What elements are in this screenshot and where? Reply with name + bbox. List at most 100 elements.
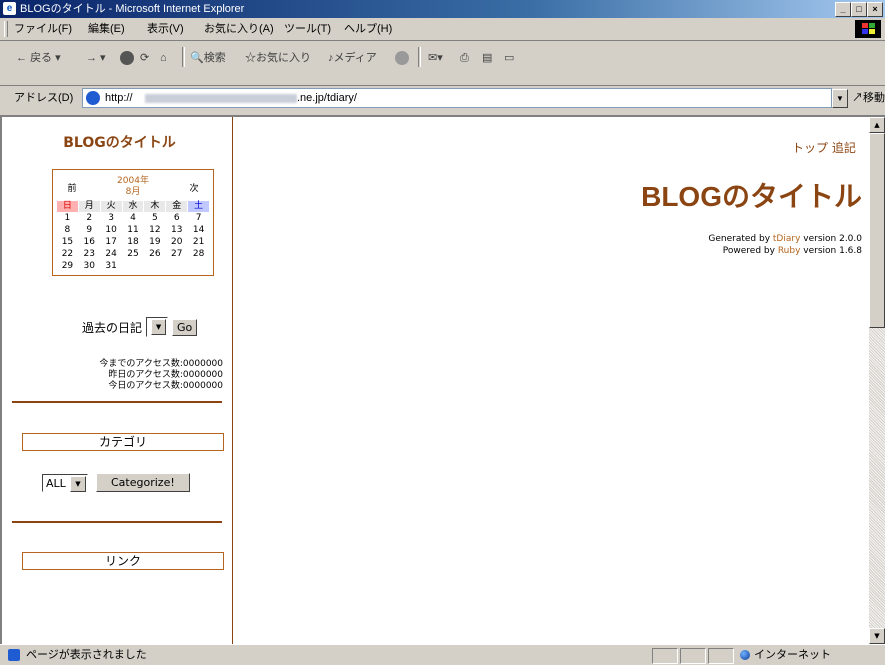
standard-toolbar: ← 戻る ▾ → ▾ ⟳ ⌂ 🔍検索 ☆お気に入り ♪メディア ✉▾ ⎙ ▤ ▭ [0,41,885,86]
calendar-day[interactable]: 3 [101,213,122,224]
back-label: 戻る [30,52,53,64]
calendar-year: 2004年 [117,176,149,186]
calendar-day[interactable]: 24 [101,249,122,260]
go-diary-button[interactable]: Go [172,318,198,336]
calendar-day[interactable]: 7 [188,213,209,224]
menu-tools[interactable]: ツール(T) [284,18,331,40]
edit-icon[interactable]: ▤ [482,49,492,67]
scroll-up-icon[interactable]: ▲ [869,117,885,133]
calendar-day[interactable]: 10 [101,225,122,236]
calendar-day[interactable]: 17 [101,237,122,248]
calendar-grid: 日月火水木金土 1 2 3 4 5 6 7 8 9 10 11 12 13 14 15 16 17 18 19 20 21… [57,201,209,272]
calendar: 前 2004年 8月 次 日月火水木金土 1 2 3 4 5 6 7 8 9 10 11 12 13 14 15… [52,169,214,276]
status-bar: ページが表示されました インターネット [0,644,885,665]
maximize-button[interactable]: □ [851,2,867,17]
page-status-icon [8,649,20,661]
calendar-next-link[interactable]: 次 [179,181,209,194]
divider [12,401,222,403]
calendar-day[interactable]: 29 [57,261,78,272]
search-button[interactable]: 🔍検索 [190,49,226,67]
status-pane [680,648,706,664]
calendar-day[interactable]: 18 [123,237,144,248]
calendar-day[interactable]: 19 [144,237,165,248]
menu-file[interactable]: ファイル(F) [14,18,72,40]
menu-edit[interactable]: 編集(E) [88,18,125,40]
page-icon [86,91,100,105]
links-heading: リンク [22,552,224,570]
address-input[interactable]: http:// .ne.jp/tdiary/ [82,88,832,108]
status-pane [652,648,678,664]
calendar-day[interactable]: 13 [166,225,187,236]
credits: Generated by tDiary version 2.0.0 Powere… [562,233,862,257]
tdiary-link[interactable]: tDiary [773,234,801,244]
calendar-weekday: 月 [78,201,100,212]
vertical-scrollbar[interactable]: ▲ ▼ [869,117,885,644]
refresh-icon[interactable]: ⟳ [140,49,149,67]
calendar-day[interactable]: 21 [188,237,209,248]
url-prefix: http:// [105,92,133,104]
home-icon[interactable]: ⌂ [160,49,167,67]
calendar-day[interactable]: 25 [123,249,144,260]
calendar-day[interactable]: 12 [144,225,165,236]
ruby-link[interactable]: Ruby [778,246,801,256]
calendar-day[interactable]: 26 [144,249,165,260]
category-select[interactable]: ALL ▼ [42,473,88,492]
generated-prefix: Generated by [708,234,773,244]
stop-icon[interactable] [120,49,134,67]
address-dropdown-icon[interactable]: ▼ [832,89,848,108]
category-select-value: ALL [46,476,66,490]
categorize-button[interactable]: Categorize! [96,473,190,492]
calendar-day[interactable]: 8 [57,225,78,236]
calendar-day[interactable]: 2 [79,213,100,224]
toolbar-separator [418,47,421,67]
calendar-day[interactable]: 5 [144,213,165,224]
calendar-day[interactable]: 9 [79,225,100,236]
calendar-day[interactable]: 4 [123,213,144,224]
calendar-day[interactable]: 1 [57,213,78,224]
print-icon[interactable]: ⎙ [460,49,469,67]
calendar-day[interactable]: 30 [79,261,100,272]
nav-append-link[interactable]: 追記 [832,141,856,155]
history-icon[interactable] [395,49,409,67]
close-button[interactable]: × [867,2,883,17]
status-pane [708,648,734,664]
nav-top-link[interactable]: トップ [792,141,828,155]
menu-favorites[interactable]: お気に入り(A) [204,18,274,40]
back-button[interactable]: ← 戻る ▾ [16,49,61,67]
chevron-down-icon: ▼ [151,319,167,335]
forward-button[interactable]: → ▾ [86,49,106,67]
media-button[interactable]: ♪メディア [328,49,377,67]
calendar-weekday: 水 [122,201,144,212]
go-button[interactable]: ↗移動 [852,86,885,110]
mail-icon[interactable]: ✉▾ [428,49,443,67]
security-zone: インターネット [740,645,831,665]
calendar-day[interactable]: 20 [166,237,187,248]
calendar-day[interactable]: 16 [79,237,100,248]
calendar-weekday: 土 [188,201,209,212]
page-content: BLOGのタイトル 前 2004年 8月 次 日月火水木金土 1 2 3 4 5 6 7 8 9 10… [0,115,885,644]
calendar-month[interactable]: 2004年 8月 [117,176,149,198]
discuss-icon[interactable]: ▭ [504,49,514,67]
minimize-button[interactable]: _ [835,2,851,17]
calendar-day[interactable]: 22 [57,249,78,260]
calendar-day[interactable]: 6 [166,213,187,224]
favorites-button[interactable]: ☆お気に入り [245,49,311,67]
calendar-prev-link[interactable]: 前 [57,181,87,194]
menu-view[interactable]: 表示(V) [147,18,184,40]
scroll-down-icon[interactable]: ▼ [869,628,885,644]
calendar-day[interactable]: 23 [79,249,100,260]
past-diary-select[interactable]: ▼ [146,317,169,337]
calendar-day[interactable]: 27 [166,249,187,260]
ie-icon: e [3,2,16,15]
calendar-day[interactable]: 11 [123,225,144,236]
menu-help[interactable]: ヘルプ(H) [344,18,392,40]
calendar-weekday: 金 [166,201,188,212]
calendar-day[interactable]: 14 [188,225,209,236]
powered-prefix: Powered by [722,246,778,256]
scroll-thumb[interactable] [869,133,885,328]
calendar-day[interactable]: 28 [188,249,209,260]
category-heading: カテゴリ [22,433,224,451]
calendar-day[interactable]: 31 [101,261,122,272]
category-row: ALL ▼ Categorize! [42,473,190,492]
calendar-day[interactable]: 15 [57,237,78,248]
